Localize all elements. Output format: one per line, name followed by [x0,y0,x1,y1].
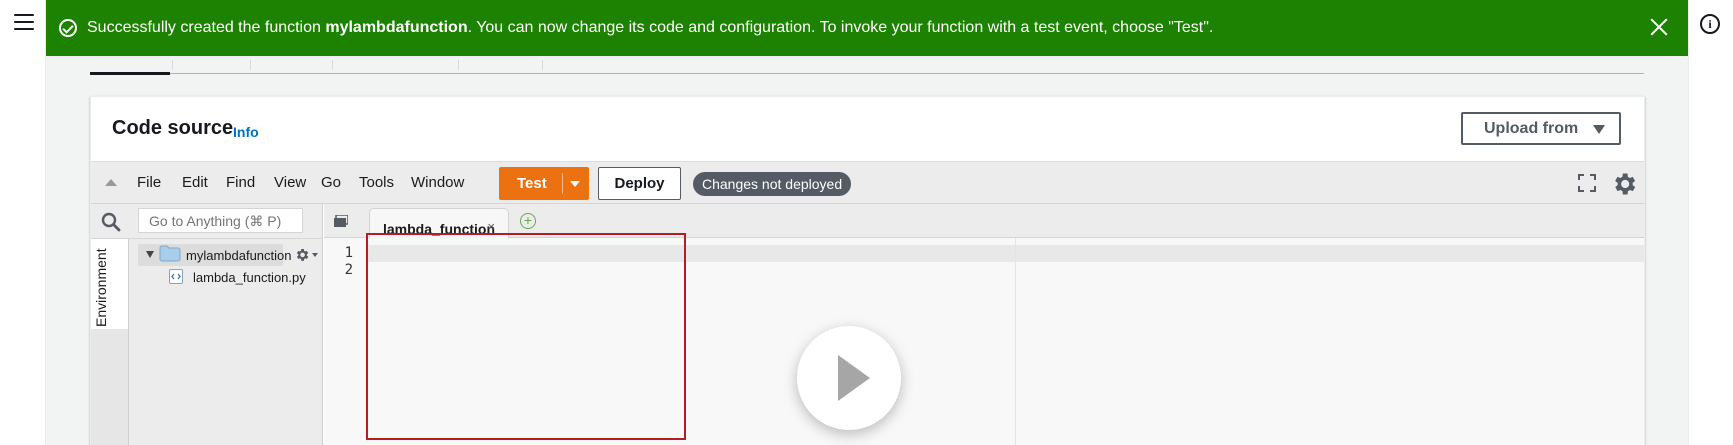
menu-window[interactable]: Window [411,174,464,191]
tab-separator [458,60,459,70]
code-source-panel: Code source Info Upload from File Edit F… [90,96,1645,445]
expand-triangle-icon[interactable] [146,251,154,258]
menu-edit[interactable]: Edit [182,174,208,191]
close-tab-icon[interactable]: × [487,219,495,234]
caret-down-icon [1593,125,1605,134]
notification-function-name: mylambdafunction [325,19,468,36]
highlighted-code-region[interactable] [366,233,686,440]
environment-panel: mylambdafunction lambda_function.py [129,239,322,445]
menu-go[interactable]: Go [321,174,341,191]
notification-prefix: Successfully created the function [87,19,326,36]
hamburger-icon[interactable] [14,14,34,32]
line-gutter: 1 2 [324,238,368,445]
status-badge: Changes not deployed [693,172,852,196]
environment-tab[interactable]: Environment [91,239,129,329]
tabs-menu-icon[interactable] [334,215,348,227]
file-name: lambda_function.py [193,270,306,285]
ide-toolbar: File Edit Find View Go Tools Window Test… [91,161,1644,204]
python-file-icon [169,269,183,284]
tab-separator [332,60,333,70]
upload-from-label: Upload from [1484,119,1579,137]
split-divider [562,173,563,194]
menu-file[interactable]: File [137,174,161,191]
tab-separator [172,60,173,70]
active-tab-indicator [90,72,170,75]
caret-down-icon[interactable] [570,181,580,187]
gear-icon[interactable] [1610,170,1638,198]
environment-tab-label: Environment [93,248,109,327]
check-circle-icon [59,19,77,37]
tab-separator [542,60,543,70]
expand-icon[interactable] [1578,174,1596,192]
sidebar-rail-filler [91,329,129,445]
function-tabs-strip [90,54,1644,75]
info-icon[interactable]: i [1700,14,1720,34]
folder-icon [159,245,181,262]
go-to-anything-input[interactable] [138,208,303,233]
left-navigation-rail [0,0,46,445]
notification-suffix: . You can now change its code and config… [467,19,1214,36]
gear-icon[interactable] [294,247,318,263]
collapse-icon[interactable] [105,179,117,186]
success-notification: Successfully created the function mylamb… [46,0,1688,56]
upload-from-button[interactable]: Upload from [1461,112,1621,145]
menu-tools[interactable]: Tools [359,174,394,191]
panel-title: Code source [112,117,234,139]
menu-find[interactable]: Find [226,174,255,191]
test-button[interactable]: Test [499,167,589,200]
tab-separator [250,60,251,70]
search-icon[interactable] [101,212,121,232]
deploy-button[interactable]: Deploy [598,167,681,200]
print-margin [1015,238,1016,445]
folder-tree-item[interactable]: mylambdafunction [138,244,292,266]
line-number: 2 [344,262,353,278]
menu-view[interactable]: View [274,174,306,191]
notification-message: Successfully created the function mylamb… [87,19,1213,37]
info-link[interactable]: Info [233,124,259,140]
add-tab-icon[interactable]: + [520,213,536,229]
code-editor[interactable]: 1 2 [324,233,1644,445]
file-sidebar: Environment mylambdafunction [91,204,323,445]
lambda-console: Successfully created the function mylamb… [0,0,1733,445]
line-number: 1 [344,245,353,261]
close-icon[interactable] [1648,16,1670,38]
folder-name: mylambdafunction [186,248,292,263]
play-icon[interactable] [797,326,901,430]
right-tools-rail: i [1688,0,1733,445]
file-tree-item[interactable]: lambda_function.py [169,267,319,287]
test-button-label: Test [517,175,547,192]
